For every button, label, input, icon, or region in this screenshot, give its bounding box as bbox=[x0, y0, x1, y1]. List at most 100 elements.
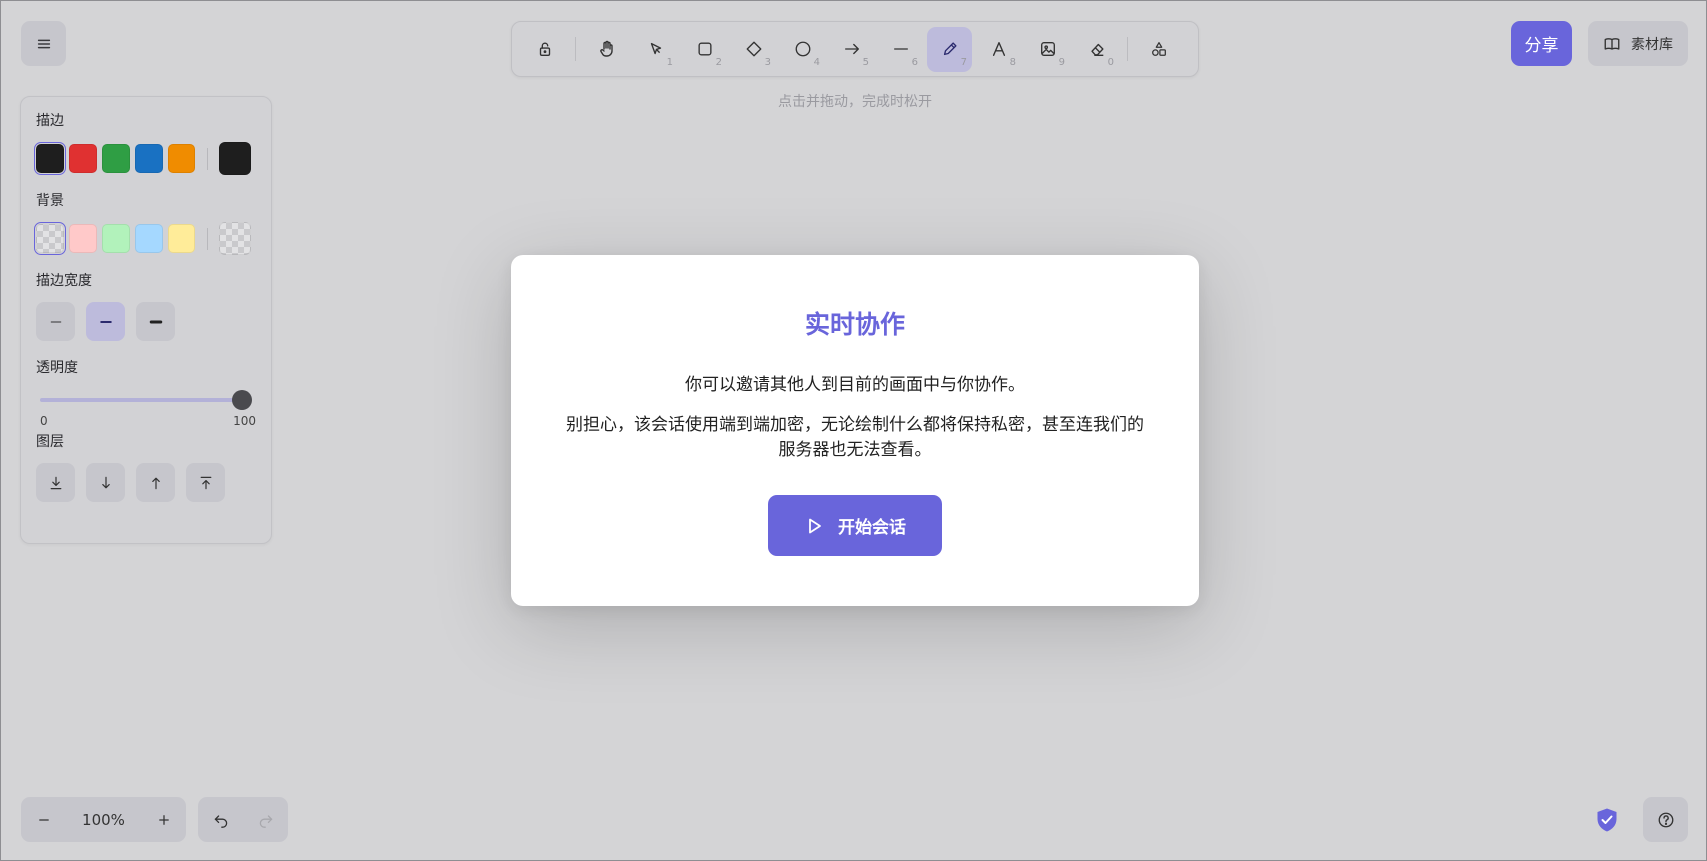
background-swatch[interactable] bbox=[134, 224, 163, 253]
background-current-color[interactable] bbox=[219, 222, 252, 255]
tool-shortcut: 3 bbox=[764, 56, 771, 68]
tool-more-shapes[interactable] bbox=[1136, 27, 1181, 72]
tool-hand[interactable] bbox=[584, 27, 629, 72]
background-swatch[interactable] bbox=[34, 222, 66, 255]
rectangle-icon bbox=[696, 40, 714, 58]
zoom-controls: 100% bbox=[21, 797, 186, 842]
background-label: 背景 bbox=[36, 193, 64, 209]
tool-shortcut: 2 bbox=[715, 56, 722, 68]
stroke-width-thick[interactable] bbox=[136, 302, 175, 341]
circle-icon bbox=[794, 40, 812, 58]
undo-button[interactable] bbox=[198, 797, 243, 842]
stroke-swatch[interactable] bbox=[167, 144, 196, 173]
arrow-down-icon bbox=[98, 475, 114, 491]
background-swatch[interactable] bbox=[167, 224, 196, 253]
collaboration-dialog: 实时协作 你可以邀请其他人到目前的画面中与你协作。 别担心，该会话使用端到端加密… bbox=[511, 255, 1199, 606]
encryption-shield-icon[interactable] bbox=[1595, 807, 1619, 833]
stroke-swatch[interactable] bbox=[101, 144, 130, 173]
shapes-toolbar: 1 2 3 4 5 6 7 8 9 0 bbox=[511, 21, 1199, 77]
tool-shortcut: 6 bbox=[911, 56, 918, 68]
tool-selection[interactable]: 1 bbox=[633, 27, 678, 72]
stroke-swatch[interactable] bbox=[134, 144, 163, 173]
unlock-icon bbox=[536, 40, 554, 58]
shapes-icon bbox=[1150, 40, 1168, 58]
stroke-current-color[interactable] bbox=[219, 142, 252, 175]
start-session-label: 开始会话 bbox=[838, 518, 906, 538]
start-session-button[interactable]: 开始会话 bbox=[768, 495, 942, 556]
tool-rectangle[interactable]: 2 bbox=[682, 27, 727, 72]
opacity-slider-thumb[interactable] bbox=[232, 390, 252, 410]
layers-row bbox=[36, 463, 256, 502]
library-label: 素材库 bbox=[1631, 36, 1673, 53]
image-icon bbox=[1039, 40, 1057, 58]
stroke-width-medium[interactable] bbox=[86, 302, 125, 341]
pencil-icon bbox=[941, 40, 959, 58]
zoom-out-button[interactable] bbox=[21, 797, 66, 842]
dialog-description: 你可以邀请其他人到目前的画面中与你协作。 bbox=[685, 375, 1025, 395]
tool-shortcut: 1 bbox=[666, 56, 673, 68]
tool-lock[interactable] bbox=[522, 27, 567, 72]
background-swatch[interactable] bbox=[68, 224, 97, 253]
zoom-in-button[interactable] bbox=[141, 797, 186, 842]
background-swatch[interactable] bbox=[101, 224, 130, 253]
swatch-divider bbox=[207, 227, 209, 250]
tool-line[interactable]: 6 bbox=[878, 27, 923, 72]
stroke-width-thin[interactable] bbox=[36, 302, 75, 341]
main-menu-button[interactable] bbox=[21, 21, 66, 66]
question-circle-icon bbox=[1657, 811, 1675, 829]
redo-icon bbox=[258, 812, 274, 828]
opacity-label: 透明度 bbox=[36, 360, 78, 376]
library-button[interactable]: 素材库 bbox=[1588, 21, 1688, 66]
tool-arrow[interactable]: 5 bbox=[829, 27, 874, 72]
opacity-slider[interactable]: 0 100 bbox=[36, 384, 256, 428]
send-to-back-icon bbox=[48, 475, 64, 491]
background-color-row bbox=[34, 222, 256, 255]
plus-icon bbox=[157, 813, 171, 827]
share-button[interactable]: 分享 bbox=[1511, 21, 1572, 66]
bring-to-front-button[interactable] bbox=[186, 463, 225, 502]
stroke-width-label: 描边宽度 bbox=[36, 273, 92, 289]
stroke-label: 描边 bbox=[36, 113, 64, 129]
toolbar-divider bbox=[1127, 37, 1128, 61]
tool-shortcut: 4 bbox=[813, 56, 820, 68]
history-controls bbox=[198, 797, 288, 842]
tool-pencil[interactable]: 7 bbox=[927, 26, 972, 72]
bring-to-front-icon bbox=[198, 475, 214, 491]
opacity-min: 0 bbox=[40, 414, 48, 428]
tool-ellipse[interactable]: 4 bbox=[780, 27, 825, 72]
bring-forward-button[interactable] bbox=[136, 463, 175, 502]
stroke-width-row bbox=[36, 302, 256, 341]
properties-panel: 描边 背景 描边宽度 透明度 0 100 图层 bbox=[20, 96, 272, 544]
stroke-color-row bbox=[34, 142, 256, 175]
app-canvas[interactable]: 1 2 3 4 5 6 7 8 9 0 点击并拖动，完成时松开 分享 素材库 描… bbox=[0, 0, 1707, 861]
opacity-slider-track[interactable] bbox=[40, 398, 244, 402]
tool-shortcut: 8 bbox=[1009, 56, 1016, 68]
undo-icon bbox=[213, 812, 229, 828]
zoom-level[interactable]: 100% bbox=[66, 811, 141, 829]
eraser-icon bbox=[1088, 40, 1106, 58]
send-backward-button[interactable] bbox=[86, 463, 125, 502]
tool-diamond[interactable]: 3 bbox=[731, 27, 776, 72]
thick-line-icon bbox=[148, 314, 164, 330]
send-to-back-button[interactable] bbox=[36, 463, 75, 502]
minus-icon bbox=[37, 813, 51, 827]
hand-icon bbox=[597, 39, 617, 59]
opacity-max: 100 bbox=[233, 414, 256, 428]
tool-image[interactable]: 9 bbox=[1025, 27, 1070, 72]
book-icon bbox=[1603, 35, 1621, 53]
tool-eraser[interactable]: 0 bbox=[1074, 27, 1119, 72]
stroke-swatch[interactable] bbox=[68, 144, 97, 173]
redo-button[interactable] bbox=[243, 797, 288, 842]
tool-text[interactable]: 8 bbox=[976, 27, 1021, 72]
medium-line-icon bbox=[98, 314, 114, 330]
stroke-swatch[interactable] bbox=[34, 142, 66, 175]
hamburger-icon bbox=[35, 35, 53, 53]
tool-shortcut: 5 bbox=[862, 56, 869, 68]
tool-hint: 点击并拖动，完成时松开 bbox=[778, 94, 932, 110]
dialog-title: 实时协作 bbox=[804, 310, 905, 339]
arrow-right-icon bbox=[843, 40, 861, 58]
tool-shortcut: 9 bbox=[1058, 56, 1065, 68]
help-button[interactable] bbox=[1643, 797, 1688, 842]
arrow-up-icon bbox=[148, 475, 164, 491]
line-icon bbox=[892, 40, 910, 58]
